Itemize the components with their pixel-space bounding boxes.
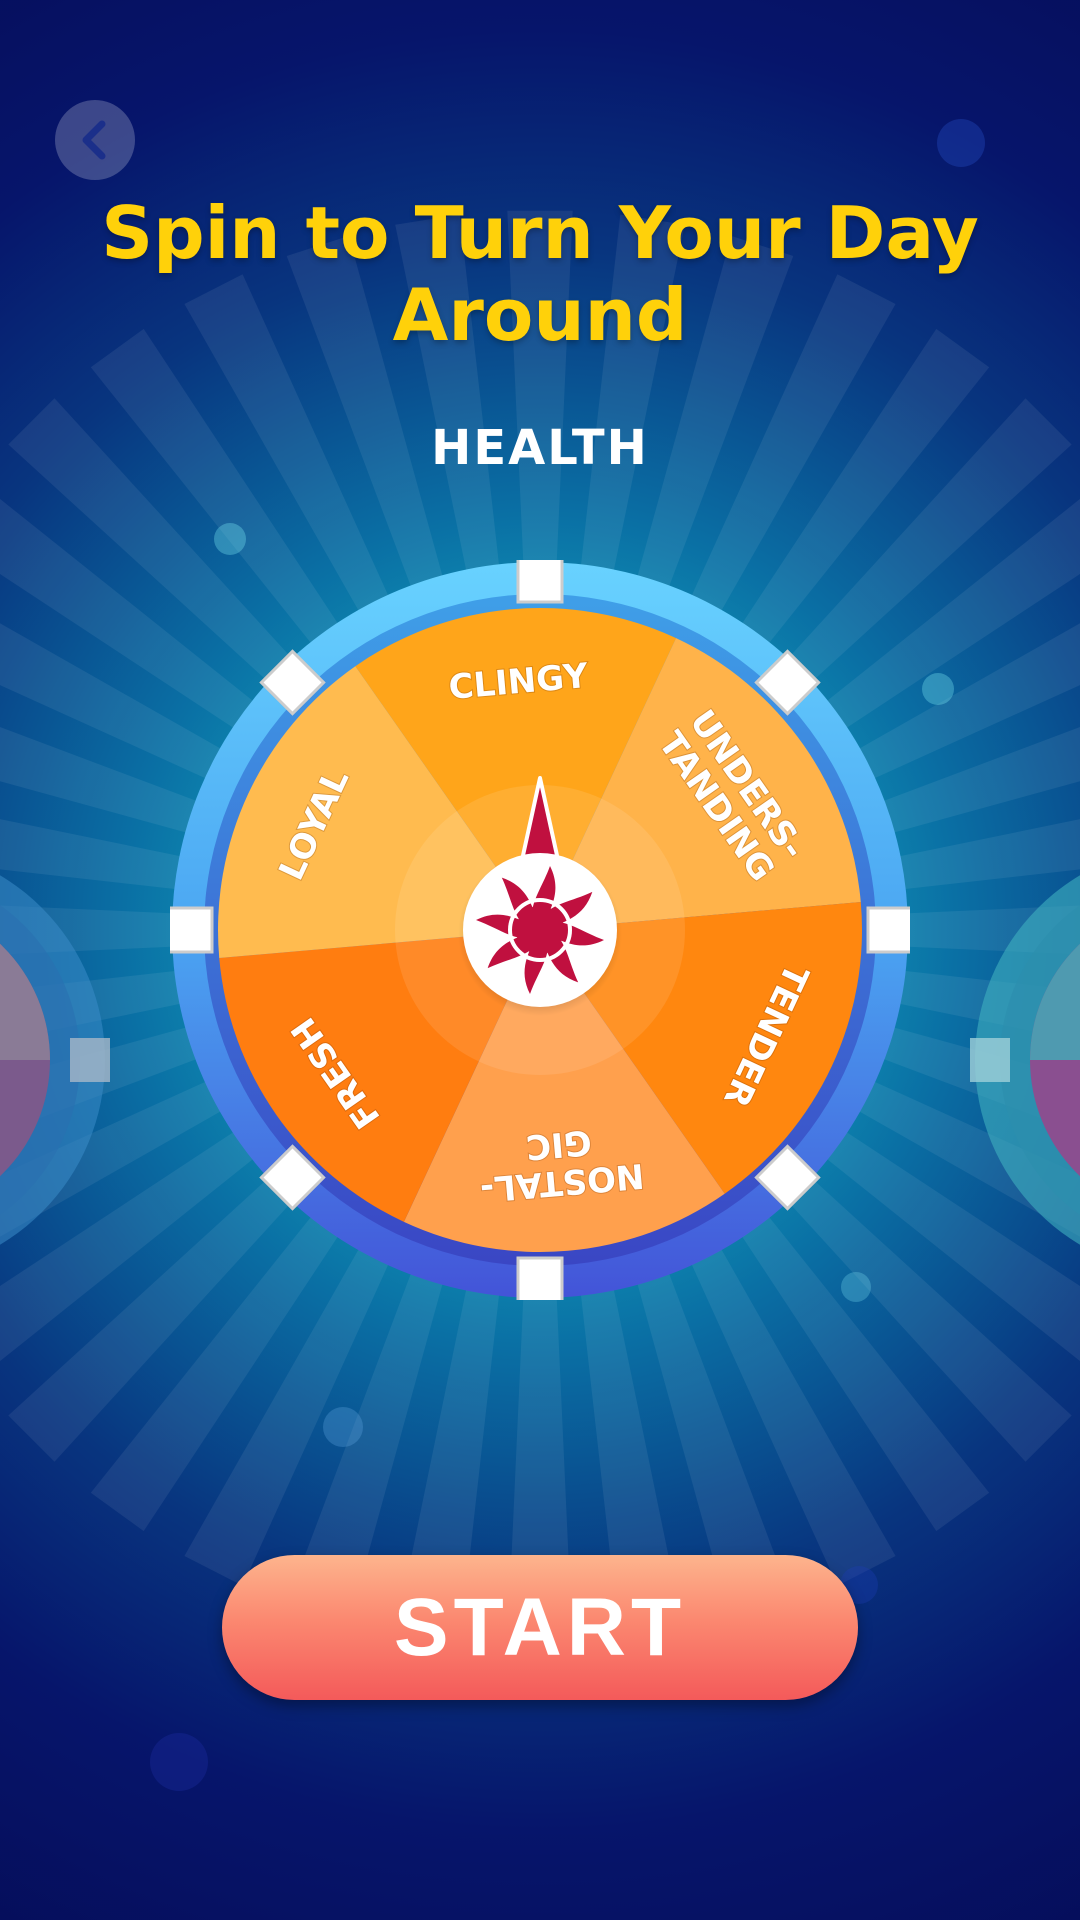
next-wheel-peek[interactable] <box>970 800 1080 1320</box>
background-bubble <box>922 673 954 705</box>
rim-notch <box>170 906 214 954</box>
game-screen: Spin to Turn Your Day Around HEALTH CLIN… <box>0 0 1080 1920</box>
rim-notch <box>516 560 564 604</box>
rim-notch <box>866 906 910 954</box>
wheel-category: HEALTH <box>431 420 649 476</box>
background-bubble <box>214 523 246 555</box>
page-title: Spin to Turn Your Day Around <box>101 191 979 357</box>
sun-core <box>516 906 564 954</box>
chevron-left-icon <box>82 120 106 160</box>
back-button[interactable] <box>55 100 135 180</box>
previous-wheel-peek[interactable] <box>0 800 110 1320</box>
background-bubble <box>150 1733 208 1791</box>
spin-wheel[interactable]: CLINGYUNDERS-TANDINGTENDERNOSTAL-GICFRES… <box>170 560 910 1300</box>
rim-notch <box>516 1256 564 1300</box>
start-button[interactable]: START <box>222 1555 858 1700</box>
background-bubble <box>323 1407 363 1447</box>
background-bubble <box>937 119 985 167</box>
